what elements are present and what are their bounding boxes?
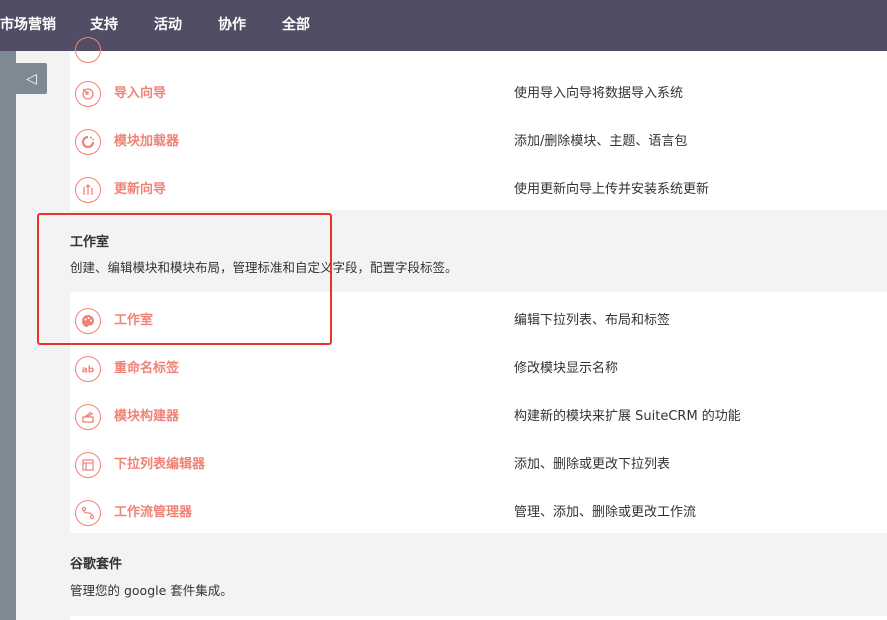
partial-row-icon	[75, 37, 101, 63]
import-icon	[75, 81, 101, 107]
sidebar-collapsed	[0, 51, 16, 620]
admin-row-title[interactable]: 模块构建器	[114, 393, 179, 441]
admin-row-description: 构建新的模块来扩展 SuiteCRM 的功能	[514, 409, 741, 424]
svg-text:ab: ab	[82, 366, 95, 376]
section-title: 谷歌套件	[70, 557, 123, 572]
section-description: 管理您的 google 套件集成。	[70, 583, 233, 598]
palette-icon	[75, 308, 101, 334]
admin-row-title[interactable]: 导入向导	[114, 70, 166, 118]
nav-item-marketing[interactable]: 市场营销	[0, 0, 56, 51]
google-suite-panel	[70, 616, 887, 620]
admin-row-description: 使用导入向导将数据导入系统	[514, 86, 684, 101]
admin-row-title[interactable]: 工作室	[114, 297, 153, 345]
system-admin-panel: 导入向导 使用导入向导将数据导入系统 模块加载器 添加/删除模块、主题、语言包 …	[70, 37, 887, 210]
admin-row-title[interactable]: 模块加载器	[114, 118, 179, 166]
section-title: 工作室	[70, 235, 110, 250]
studio-panel: 工作室 编辑下拉列表、布局和标签 ab 重命名标签 修改模块显示名称 模块构建器…	[70, 292, 887, 533]
admin-row-description: 使用更新向导上传并安装系统更新	[514, 182, 710, 197]
admin-row-module-builder[interactable]: 模块构建器 构建新的模块来扩展 SuiteCRM 的功能	[70, 393, 887, 441]
admin-row-title[interactable]: 重命名标签	[114, 345, 179, 393]
ab-rename-icon: ab	[75, 356, 101, 382]
admin-row-description: 管理、添加、删除或更改工作流	[514, 505, 697, 520]
admin-row-dropdown-editor[interactable]: 下拉列表编辑器 添加、删除或更改下拉列表	[70, 441, 887, 489]
dropdown-editor-icon	[75, 452, 101, 478]
nav-item-all[interactable]: 全部	[282, 0, 310, 51]
nav-item-collaboration[interactable]: 协作	[218, 0, 246, 51]
admin-row-import-wizard[interactable]: 导入向导 使用导入向导将数据导入系统	[70, 70, 887, 118]
admin-row-title[interactable]: 下拉列表编辑器	[114, 441, 205, 489]
admin-row-description: 修改模块显示名称	[514, 361, 619, 376]
workflow-icon	[75, 500, 101, 526]
studio-section-header: 工作室 创建、编辑模块和模块布局，管理标准和自定义字段，配置字段标签。	[70, 210, 887, 292]
top-navigation-bar: 市场营销 支持 活动 协作 全部	[0, 0, 887, 51]
google-suite-section-header: 谷歌套件 管理您的 google 套件集成。	[70, 533, 887, 620]
admin-row-studio[interactable]: 工作室 编辑下拉列表、布局和标签	[70, 297, 887, 345]
module-loader-icon	[75, 129, 101, 155]
admin-row-upgrade-wizard[interactable]: 更新向导 使用更新向导上传并安装系统更新	[70, 166, 887, 214]
nav-item-activities[interactable]: 活动	[154, 0, 182, 51]
admin-row-module-loader[interactable]: 模块加载器 添加/删除模块、主题、语言包	[70, 118, 887, 166]
admin-row-title[interactable]: 工作流管理器	[114, 489, 192, 537]
upgrade-icon	[75, 177, 101, 203]
admin-row-description: 编辑下拉列表、布局和标签	[514, 313, 671, 328]
admin-row-description: 添加、删除或更改下拉列表	[514, 457, 671, 472]
module-builder-icon	[75, 404, 101, 430]
sidebar-toggle-button[interactable]: ◁	[16, 63, 47, 94]
admin-row-description: 添加/删除模块、主题、语言包	[514, 134, 688, 149]
section-description: 创建、编辑模块和模块布局，管理标准和自定义字段，配置字段标签。	[70, 260, 458, 275]
admin-row-rename-tabs[interactable]: ab 重命名标签 修改模块显示名称	[70, 345, 887, 393]
collapse-arrow-icon: ◁	[26, 70, 37, 87]
admin-row-title[interactable]: 更新向导	[114, 166, 166, 214]
admin-row-workflow-manager[interactable]: 工作流管理器 管理、添加、删除或更改工作流	[70, 489, 887, 537]
